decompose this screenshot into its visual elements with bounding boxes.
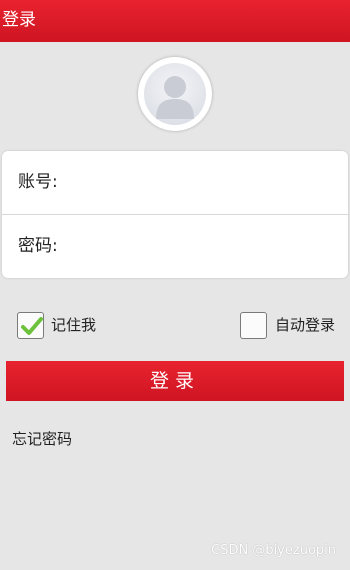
password-label: 密码: [18, 236, 58, 256]
avatar [138, 57, 212, 131]
login-form-card: 账号: 密码: [2, 151, 348, 278]
watermark: CSDN @biyezuopin [211, 543, 336, 558]
remember-me-label: 记住我 [51, 316, 97, 334]
login-button[interactable]: 登录 [6, 361, 344, 401]
user-icon [144, 63, 206, 125]
account-field[interactable]: 账号: [2, 151, 348, 214]
auto-login-checkbox[interactable] [240, 312, 267, 339]
page-title: 登录 [2, 10, 36, 30]
checkmark-icon [21, 317, 43, 335]
auto-login-label: 自动登录 [275, 316, 336, 334]
remember-me-checkbox[interactable] [17, 312, 44, 339]
title-bar: 登录 [0, 0, 350, 42]
password-field[interactable]: 密码: [2, 215, 348, 278]
forgot-password-link[interactable]: 忘记密码 [12, 428, 72, 449]
account-label: 账号: [18, 172, 58, 192]
